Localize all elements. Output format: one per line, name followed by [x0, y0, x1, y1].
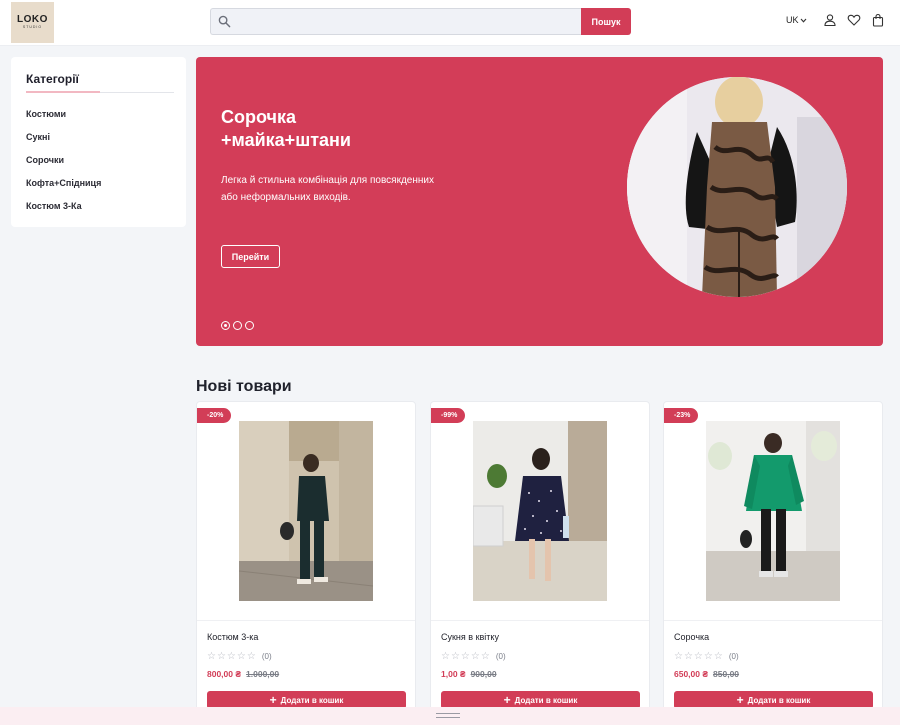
heart-icon[interactable]	[847, 13, 861, 27]
product-image[interactable]	[706, 421, 840, 601]
chevron-down-icon	[800, 18, 806, 23]
star-icon: ☆☆☆☆☆	[207, 651, 257, 662]
hero-title: Сорочка +майка+штани	[221, 106, 351, 152]
plus-icon: +	[269, 693, 277, 707]
product-name[interactable]: Костюм 3-ка	[207, 632, 258, 642]
product-image[interactable]	[473, 421, 607, 601]
product-prices: 650,00 ₴ 850,00	[674, 669, 739, 679]
carousel-dot-2[interactable]	[233, 321, 242, 330]
sidebar-item-kostium-3ka[interactable]: Костюм 3-Ка	[26, 200, 101, 223]
hero-carousel-dots	[221, 321, 257, 330]
sidebar-item-sorochky[interactable]: Сорочки	[26, 154, 101, 177]
language-label: UK	[786, 15, 799, 25]
category-list: Костюми Сукні Сорочки Кофта+Спідниця Кос…	[26, 108, 101, 223]
search-bar: Пошук	[210, 8, 631, 35]
search-button[interactable]: Пошук	[581, 8, 631, 35]
card-divider	[431, 620, 649, 621]
header-actions: UK	[786, 13, 885, 27]
add-to-cart-label: Додати в кошик	[747, 695, 811, 705]
star-icon: ☆☆☆☆☆	[441, 651, 491, 662]
price-current: 1,00 ₴	[441, 669, 466, 679]
hero-title-line2: +майка+штани	[221, 130, 351, 150]
search-box[interactable]	[210, 8, 581, 35]
product-prices: 800,00 ₴ 1.000,00	[207, 669, 279, 679]
rating-count: (0)	[261, 652, 272, 661]
plus-icon: +	[736, 693, 744, 707]
product-card[interactable]: -99% Сукня в квітку ☆☆☆☆☆ (0) 1,00 ₴ 900…	[430, 401, 650, 725]
sidebar-item-kostiumy[interactable]: Костюми	[26, 108, 101, 131]
star-icon: ☆☆☆☆☆	[674, 651, 724, 662]
shopping-bag-icon[interactable]	[871, 13, 885, 27]
hero-title-line1: Сорочка	[221, 107, 297, 127]
product-name[interactable]: Сукня в квітку	[441, 632, 499, 642]
categories-sidebar: Категорії Костюми Сукні Сорочки Кофта+Сп…	[11, 57, 186, 227]
hero-product-image	[627, 77, 847, 297]
plus-icon: +	[503, 693, 511, 707]
sidebar-item-kofta-spidnytsia[interactable]: Кофта+Спідниця	[26, 177, 101, 200]
carousel-dot-1[interactable]	[221, 321, 230, 330]
site-header: LOKO STUDIO Пошук UK	[0, 0, 900, 46]
price-current: 650,00 ₴	[674, 669, 709, 679]
sidebar-title: Категорії	[26, 72, 79, 86]
new-products-title: Нові товари	[196, 378, 292, 395]
logo[interactable]: LOKO STUDIO	[11, 2, 54, 43]
product-rating: ☆☆☆☆☆ (0)	[441, 651, 506, 662]
language-selector[interactable]: UK	[786, 15, 807, 25]
price-old: 1.000,00	[246, 669, 280, 679]
product-rating: ☆☆☆☆☆ (0)	[674, 651, 739, 662]
price-old: 900,00	[470, 669, 497, 679]
hero-description: Легка й стильна комбінація для повсякден…	[221, 175, 434, 203]
price-current: 800,00 ₴	[207, 669, 242, 679]
add-to-cart-label: Додати в кошик	[514, 695, 578, 705]
product-card[interactable]: -23% Сорочка ☆☆☆☆☆ (0) 650,00 ₴ 850,00 +…	[663, 401, 883, 725]
card-divider	[197, 620, 415, 621]
add-to-cart-label: Додати в кошик	[280, 695, 344, 705]
hero-go-button[interactable]: Перейти	[221, 245, 280, 268]
user-icon[interactable]	[823, 13, 837, 27]
product-image[interactable]	[239, 421, 373, 601]
hero-banner: Сорочка +майка+штани Легка й стильна ком…	[196, 57, 883, 346]
rating-count: (0)	[495, 652, 506, 661]
product-name[interactable]: Сорочка	[674, 632, 709, 642]
logo-subtitle: STUDIO	[22, 25, 43, 29]
price-old: 850,00	[713, 669, 740, 679]
discount-badge: -20%	[197, 408, 232, 423]
card-divider	[664, 620, 882, 621]
logo-title: LOKO	[17, 14, 48, 25]
carousel-dot-3[interactable]	[245, 321, 254, 330]
sidebar-item-sukni[interactable]: Сукні	[26, 131, 101, 154]
discount-badge: -99%	[431, 408, 466, 423]
drag-handle[interactable]	[436, 713, 460, 718]
search-input[interactable]	[237, 9, 577, 34]
search-icon	[218, 15, 231, 28]
discount-badge: -23%	[664, 408, 699, 423]
sidebar-divider-accent	[26, 91, 100, 93]
product-prices: 1,00 ₴ 900,00	[441, 669, 497, 679]
rating-count: (0)	[728, 652, 739, 661]
product-card[interactable]: -20% Костюм 3-ка ☆☆☆☆☆ (0) 800,00 ₴ 1.00…	[196, 401, 416, 725]
product-rating: ☆☆☆☆☆ (0)	[207, 651, 272, 662]
bottom-sheet-bar	[0, 707, 900, 725]
